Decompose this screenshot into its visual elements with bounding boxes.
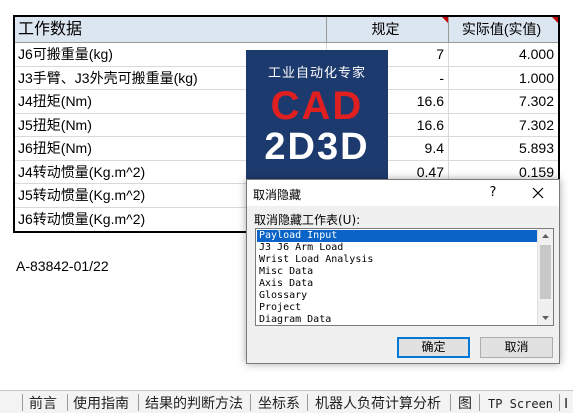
list-item[interactable]: Wrist Load Analysis <box>257 254 537 266</box>
list-item[interactable]: Payload Input <box>257 230 537 242</box>
sheet-tab-bar: 前言 使用指南 结果的判断方法 坐标系 机器人负荷计算分析 图 TP Scree… <box>0 390 573 413</box>
cancel-button[interactable]: 取消 <box>480 337 553 358</box>
list-item[interactable]: Project <box>257 302 537 314</box>
tab-divider <box>307 394 308 411</box>
tab-robot-load-analysis[interactable]: 机器人负荷计算分析 <box>315 395 441 411</box>
unhide-sheet-label: 取消隐藏工作表(U): <box>254 213 361 227</box>
help-button[interactable]: ? <box>483 184 503 202</box>
tab-preface[interactable]: 前言 <box>29 395 57 411</box>
tab-divider <box>22 394 23 411</box>
list-item[interactable]: Misc Data <box>257 266 537 278</box>
row-actual[interactable]: 1.000 <box>449 67 558 90</box>
watermark-2d3d: 2D3D <box>264 126 370 168</box>
listbox-items: Payload Input J3 J6 Arm Load Wrist Load … <box>257 230 537 325</box>
header-spec[interactable]: 规定 <box>327 17 449 42</box>
list-item[interactable]: Glossary <box>257 290 537 302</box>
header-actual[interactable]: 实际值(实值) <box>449 17 558 42</box>
row-actual[interactable]: 5.893 <box>449 137 558 160</box>
table-header-row: 工作数据 规定 实际值(实值) <box>15 17 558 43</box>
model-id-cell[interactable]: A-83842-01/22 <box>16 258 109 274</box>
list-item[interactable]: Axis Data <box>257 278 537 290</box>
ok-button[interactable]: 确定 <box>397 337 470 358</box>
tab-truncated[interactable]: Ⅰ <box>564 395 568 411</box>
tab-divider <box>479 394 480 411</box>
scrollbar-thumb[interactable] <box>540 245 551 299</box>
tab-usage-guide[interactable]: 使用指南 <box>73 395 129 411</box>
scroll-up-arrow-icon[interactable] <box>538 229 553 243</box>
watermark-caption: 工业自动化专家 <box>267 65 366 80</box>
tab-tp-screen[interactable]: TP Screen <box>488 396 553 412</box>
unhide-sheet-dialog: 取消隐藏 ? 取消隐藏工作表(U): Payload Input J3 J6 A… <box>246 179 560 364</box>
tab-result-judgment[interactable]: 结果的判断方法 <box>145 395 243 411</box>
row-actual[interactable]: 7.302 <box>449 114 558 137</box>
tab-divider <box>450 394 451 411</box>
list-item[interactable]: Diagram Data <box>257 314 537 325</box>
listbox-scrollbar[interactable] <box>537 229 553 325</box>
tab-divider <box>559 394 560 411</box>
close-button[interactable] <box>528 183 548 203</box>
scroll-down-arrow-icon[interactable] <box>538 311 553 325</box>
tab-divider <box>67 394 68 411</box>
comment-marker-icon <box>442 17 448 23</box>
watermark-cad: CAD <box>270 84 364 128</box>
tab-divider <box>250 394 251 411</box>
comment-marker-icon <box>552 17 558 23</box>
list-item[interactable]: J3 J6 Arm Load <box>257 242 537 254</box>
row-actual[interactable]: 7.302 <box>449 90 558 113</box>
tab-figure[interactable]: 图 <box>458 395 472 411</box>
tab-coordinate-system[interactable]: 坐标系 <box>258 395 300 411</box>
dialog-titlebar[interactable]: 取消隐藏 ? <box>247 180 559 206</box>
header-work-data[interactable]: 工作数据 <box>15 17 327 42</box>
tab-divider <box>138 394 139 411</box>
cad-watermark-logo: 工业自动化专家 CAD 2D3D <box>246 50 388 186</box>
row-actual[interactable]: 4.000 <box>449 43 558 66</box>
dialog-title: 取消隐藏 <box>253 188 302 202</box>
hidden-sheets-listbox[interactable]: Payload Input J3 J6 Arm Load Wrist Load … <box>255 228 554 326</box>
close-icon <box>532 187 544 199</box>
